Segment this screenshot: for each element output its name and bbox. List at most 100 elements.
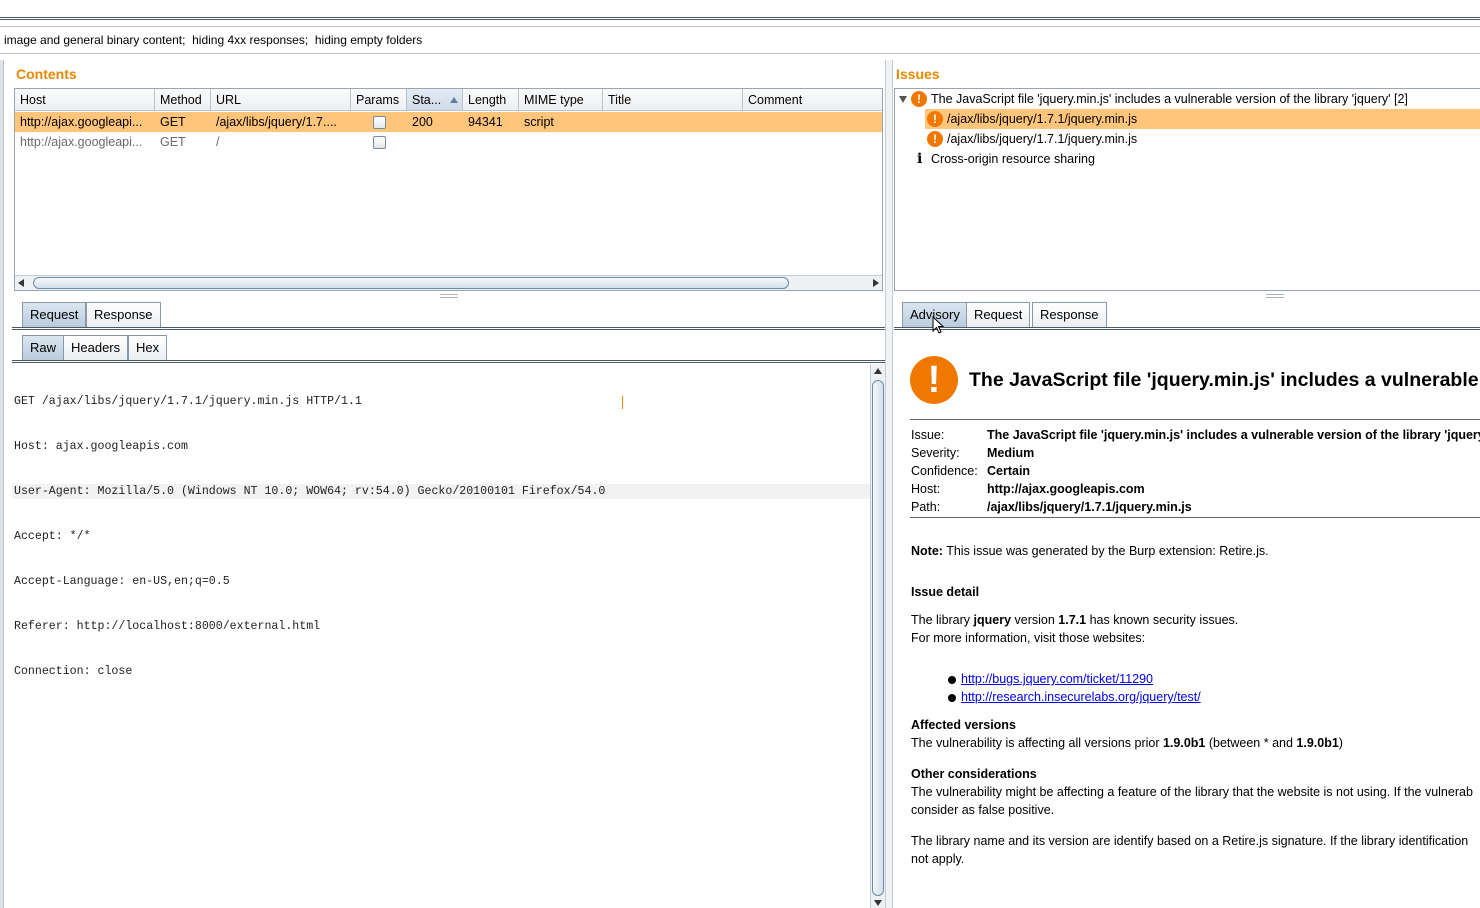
table-row[interactable]: http://ajax.googleapi... GET / bbox=[15, 132, 882, 152]
col-length[interactable]: Length bbox=[463, 89, 519, 111]
tab-request[interactable]: Request bbox=[22, 302, 87, 328]
issue-info-node[interactable]: i Cross-origin resource sharing bbox=[895, 149, 1480, 169]
advisory-title: The JavaScript file 'jquery.min.js' incl… bbox=[969, 369, 1479, 391]
cell-host: http://ajax.googleapi... bbox=[20, 115, 143, 129]
link-bugs-jquery[interactable]: http://bugs.jquery.com/ticket/11290 bbox=[961, 672, 1153, 686]
field-issue: Issue: The JavaScript file 'jquery.min.js… bbox=[911, 428, 1480, 442]
other-text-2: consider as false positive. bbox=[911, 803, 1055, 817]
request-line: Referer: http://localhost:8000/external.… bbox=[14, 620, 321, 633]
field-key: Issue: bbox=[911, 428, 945, 442]
affected-pre: The vulnerability is affecting all versi… bbox=[911, 736, 1163, 750]
cell-method: GET bbox=[160, 115, 186, 129]
raw-request-editor[interactable]: GET /ajax/libs/jquery/1.7.1/jquery.min.j… bbox=[12, 364, 870, 908]
issue-parent-label: The JavaScript file 'jquery.min.js' incl… bbox=[931, 92, 1408, 106]
scroll-down-icon[interactable] bbox=[874, 900, 882, 906]
issues-title: Issues bbox=[896, 66, 940, 82]
request-line: Accept: */* bbox=[14, 530, 91, 543]
splitter-grip[interactable] bbox=[440, 294, 458, 298]
splitter-grip[interactable] bbox=[1266, 294, 1284, 298]
field-value: Certain bbox=[987, 464, 1031, 478]
top-divider bbox=[0, 17, 1480, 20]
tab-headers[interactable]: Headers bbox=[63, 335, 129, 361]
col-host[interactable]: Host bbox=[15, 89, 155, 111]
text-caret bbox=[622, 396, 623, 409]
field-key: Confidence: bbox=[911, 464, 978, 478]
issue-child-node[interactable]: ! /ajax/libs/jquery/1.7.1/jquery.min.js bbox=[925, 129, 1480, 149]
field-key: Path: bbox=[911, 500, 941, 514]
note: Note: This issue was generated by the Bu… bbox=[911, 544, 1269, 558]
request-line: Host: ajax.googleapis.com bbox=[14, 440, 188, 453]
issue-detail-heading: Issue detail bbox=[911, 585, 980, 599]
col-status[interactable]: Sta... bbox=[407, 89, 463, 111]
tab-response[interactable]: Response bbox=[86, 302, 161, 328]
request-line: User-Agent: Mozilla/5.0 (Windows NT 10.0… bbox=[12, 484, 870, 499]
request-vertical-scrollbar[interactable] bbox=[870, 364, 885, 908]
col-params[interactable]: Params bbox=[351, 89, 407, 111]
field-confidence: Confidence: Certain bbox=[911, 464, 1030, 478]
request-line: Connection: close bbox=[14, 665, 133, 678]
contents-title: Contents bbox=[16, 66, 77, 82]
col-mime[interactable]: MIME type bbox=[519, 89, 603, 111]
warning-icon: ! bbox=[927, 131, 943, 147]
affected-versions-text: The vulnerability is affecting all versi… bbox=[911, 736, 1343, 750]
scroll-thumb[interactable] bbox=[872, 380, 884, 896]
cell-mime: script bbox=[524, 115, 554, 129]
more-info-text: For more information, visit those websit… bbox=[911, 631, 1146, 645]
affected-v2: 1.9.0b1 bbox=[1296, 736, 1339, 750]
scroll-left-icon[interactable] bbox=[18, 279, 24, 287]
affected-versions-heading: Affected versions bbox=[911, 718, 1016, 732]
raw-headers-hex-tabs: Raw Headers Hex bbox=[14, 335, 885, 361]
params-checkbox[interactable] bbox=[373, 116, 386, 129]
vertical-splitter[interactable] bbox=[885, 60, 893, 908]
col-title[interactable]: Title bbox=[603, 89, 743, 111]
tab-hex[interactable]: Hex bbox=[128, 335, 168, 361]
scroll-thumb[interactable] bbox=[33, 277, 789, 289]
cell-length: 94341 bbox=[468, 115, 503, 129]
field-value: Medium bbox=[987, 446, 1035, 460]
issue-child-node[interactable]: ! /ajax/libs/jquery/1.7.1/jquery.min.js bbox=[925, 109, 1480, 129]
tab-divider bbox=[894, 327, 1480, 330]
tab-issue-response[interactable]: Response bbox=[1032, 302, 1107, 328]
affected-post: ) bbox=[1338, 736, 1343, 750]
request-line: GET /ajax/libs/jquery/1.7.1/jquery.min.j… bbox=[14, 395, 362, 408]
detail-pre: The library bbox=[911, 613, 974, 627]
contents-horizontal-scrollbar[interactable] bbox=[15, 275, 882, 290]
detail-mid: version bbox=[1011, 613, 1059, 627]
advisory-tabs: Advisory Request Response bbox=[894, 302, 1480, 328]
issue-parent-node[interactable]: ! The JavaScript file 'jquery.min.js' in… bbox=[895, 89, 1480, 109]
scroll-up-icon[interactable] bbox=[874, 368, 882, 374]
tab-divider bbox=[12, 360, 885, 363]
tab-raw[interactable]: Raw bbox=[22, 335, 65, 361]
note-label: Note: bbox=[911, 544, 943, 558]
expand-arrow-icon[interactable] bbox=[899, 96, 907, 103]
burp-target-window: image and general binary content; hiding… bbox=[0, 0, 1480, 908]
field-value: The JavaScript file 'jquery.min.js' incl… bbox=[987, 428, 1480, 442]
cell-url: /ajax/libs/jquery/1.7.... bbox=[216, 115, 337, 129]
cell-url: / bbox=[216, 135, 220, 149]
cell-status: 200 bbox=[412, 115, 433, 129]
info-icon: i bbox=[917, 151, 923, 167]
warning-icon: ! bbox=[910, 356, 958, 404]
col-comment[interactable]: Comment bbox=[743, 89, 882, 111]
field-key: Severity: bbox=[911, 446, 960, 460]
col-method[interactable]: Method bbox=[155, 89, 211, 111]
detail-ver: 1.7.1 bbox=[1058, 613, 1087, 627]
table-row[interactable]: http://ajax.googleapi... GET /ajax/libs/… bbox=[15, 112, 882, 132]
other-text-4: not apply. bbox=[911, 852, 965, 866]
col-status-label: Sta... bbox=[412, 93, 442, 107]
warning-icon: ! bbox=[927, 111, 943, 127]
issue-detail-text: The library jquery version 1.7.1 has kno… bbox=[911, 613, 1238, 627]
field-path: Path: /ajax/libs/jquery/1.7.1/jquery.min.… bbox=[911, 500, 1192, 514]
scroll-right-icon[interactable] bbox=[873, 279, 879, 287]
issue-child-label: /ajax/libs/jquery/1.7.1/jquery.min.js bbox=[947, 112, 1138, 126]
field-value: /ajax/libs/jquery/1.7.1/jquery.min.js bbox=[987, 500, 1192, 514]
params-checkbox[interactable] bbox=[373, 136, 386, 149]
contents-table: Host Method URL Params Sta... Length MIM… bbox=[14, 88, 883, 291]
link-insecurelabs[interactable]: http://research.insecurelabs.org/jquery/… bbox=[961, 690, 1201, 704]
col-url[interactable]: URL bbox=[211, 89, 351, 111]
divider bbox=[910, 517, 1480, 518]
tab-issue-request[interactable]: Request bbox=[966, 302, 1031, 328]
other-considerations-heading: Other considerations bbox=[911, 767, 1037, 781]
other-text-1: The vulnerability might be affecting a f… bbox=[911, 785, 1473, 799]
filter-text: image and general binary content; hiding… bbox=[4, 33, 423, 47]
